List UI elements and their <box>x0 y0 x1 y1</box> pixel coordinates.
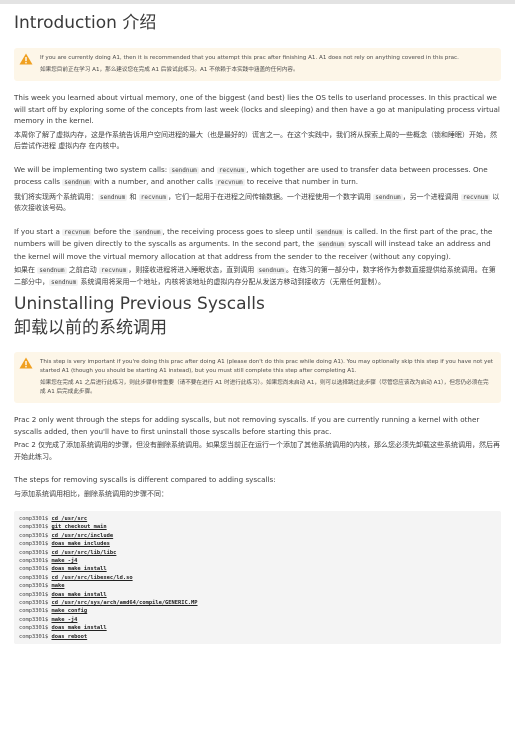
code-line: comp3301$ make <box>19 582 495 590</box>
code-line: comp3301$ doas make install <box>19 624 495 632</box>
document-page: Introduction 介绍 If you are currently doi… <box>0 4 515 645</box>
shell-prompt: comp3301$ <box>19 558 49 565</box>
code-line: comp3301$ cd /usr/src/include <box>19 532 495 540</box>
inline-code: recvnum <box>216 166 247 174</box>
inline-code: sendnum <box>62 179 92 186</box>
shell-command: git checkout main <box>51 524 107 531</box>
code-line: comp3301$ doas make install <box>19 565 495 573</box>
shell-command: cd /usr/src/sys/arch/amd64/compile/GENER… <box>51 600 198 607</box>
intro-warning-text-zh: 如果您目前正在学习 A1，那么建议您在完成 A1 后尝试此练习。A1 不依赖于本… <box>40 67 299 73</box>
shell-command: doas make includes <box>51 541 110 548</box>
inline-code: sendnum <box>49 278 79 286</box>
inline-code: recvnum <box>62 228 92 236</box>
uninstall-heading-en: Uninstalling Previous Syscalls <box>14 294 265 314</box>
uninstall-warning-text-zh: 如果您在完成 A1 之后进行此练习，则此步骤非常重要（请不要在进行 A1 时进行… <box>40 380 489 395</box>
uninstall-warning-text-en: This step is very important if you're do… <box>40 359 493 374</box>
shell-prompt: comp3301$ <box>19 633 49 640</box>
shell-prompt: comp3301$ <box>19 541 49 548</box>
shell-command: doas reboot <box>51 633 88 640</box>
intro-warning-text-en: If you are currently doing A1, then it i… <box>40 55 459 61</box>
shell-prompt: comp3301$ <box>19 625 49 632</box>
shell-prompt: comp3301$ <box>19 574 49 581</box>
shell-command: make config <box>51 608 88 615</box>
shell-prompt: comp3301$ <box>19 524 49 531</box>
shell-prompt: comp3301$ <box>19 566 49 573</box>
uninstall-warning-callout: This step is very important if you're do… <box>14 352 501 403</box>
inline-code: sendnum <box>37 267 67 274</box>
inline-code: recvnum <box>138 193 169 201</box>
intro-warning-callout: If you are currently doing A1, then it i… <box>14 48 501 81</box>
inline-code: recvnum <box>215 179 245 186</box>
shell-prompt: comp3301$ <box>19 600 49 607</box>
inline-code: sendnum <box>316 241 346 248</box>
warning-icon <box>19 53 33 65</box>
code-line: comp3301$ make config <box>19 607 495 615</box>
shell-prompt: comp3301$ <box>19 591 49 598</box>
uninstall-paragraph-1-zh: Prac 2 仅完成了添加系统调用的步骤，但没有删除系统调用。如果您当前正在运行… <box>14 441 501 461</box>
shell-command: cd /usr/src/libexec/ld.so <box>51 574 133 581</box>
introduction-heading: Introduction 介绍 <box>14 13 157 33</box>
inline-code: sendnum <box>256 267 286 274</box>
code-line: comp3301$ make -j4 <box>19 557 495 565</box>
inline-code: sendnum <box>314 228 345 236</box>
shell-prompt: comp3301$ <box>19 532 49 539</box>
uninstall-paragraph-2-en: The steps for removing syscalls is diffe… <box>14 475 276 484</box>
shell-command: cd /usr/src/lib/libc <box>51 549 117 556</box>
uninstall-heading-zh: 卸载以前的系统调用 <box>14 318 167 338</box>
inline-code: sendnum <box>373 193 403 201</box>
uninstall-paragraph-2-zh: 与添加系统调用相比，删除系统调用的步骤不同： <box>14 489 168 498</box>
code-line: comp3301$ cd /usr/src/libexec/ld.so <box>19 574 495 582</box>
shell-command: make -j4 <box>51 616 78 623</box>
shell-command: make -j4 <box>51 558 78 565</box>
inline-code: recvnum <box>460 193 491 201</box>
shell-command: make <box>51 583 65 590</box>
inline-code: sendnum <box>133 228 163 236</box>
shell-prompt: comp3301$ <box>19 608 49 615</box>
shell-command: doas make install <box>51 625 107 632</box>
code-line: comp3301$ doas reboot <box>19 633 495 641</box>
shell-prompt: comp3301$ <box>19 516 49 522</box>
inline-code: recvnum <box>98 267 129 274</box>
shell-prompt: comp3301$ <box>19 616 49 623</box>
code-line: comp3301$ doas make includes <box>19 540 495 548</box>
code-line: comp3301$ doas make install <box>19 591 495 599</box>
code-line: comp3301$ git checkout main <box>19 523 495 531</box>
intro-paragraph-3-zh: 如果在 sendnum 之前启动 recvnum ，则接收进程将进入睡眠状态，直到… <box>14 266 496 286</box>
intro-paragraph-1-en: This week you learned about virtual memo… <box>14 93 500 125</box>
shell-command: cd /usr/src <box>51 516 88 522</box>
code-line: comp3301$ make -j4 <box>19 616 495 624</box>
intro-paragraph-2-zh: 我们将实现两个系统调用： sendnum 和 recvnum ，它们一起用于在进程之… <box>14 192 500 213</box>
intro-paragraph-2-en: We will be implementing two system calls… <box>14 164 488 186</box>
code-block[interactable]: comp3301$ cd /usr/src comp3301$ git chec… <box>14 511 501 645</box>
shell-prompt: comp3301$ <box>19 549 49 556</box>
intro-paragraph-3-en: If you start a recvnum before the sendnu… <box>14 226 493 261</box>
code-line: comp3301$ cd /usr/src/lib/libc <box>19 549 495 557</box>
shell-command: doas make install <box>51 566 107 573</box>
shell-command: cd /usr/src/include <box>51 532 114 539</box>
intro-paragraph-1-zh: 本周你了解了虚拟内存，这是作系统告诉用户空间进程的最大（也是最好的）谎言之一。在… <box>14 130 497 151</box>
inline-code: sendnum <box>169 166 199 174</box>
shell-command: doas make install <box>51 591 107 598</box>
warning-icon <box>19 357 33 369</box>
code-line: comp3301$ cd /usr/src/sys/arch/amd64/com… <box>19 599 495 607</box>
code-line: comp3301$ cd /usr/src <box>19 515 495 523</box>
uninstall-paragraph-1-en: Prac 2 only went through the steps for a… <box>14 415 480 436</box>
inline-code: sendnum <box>98 193 128 201</box>
shell-prompt: comp3301$ <box>19 583 49 590</box>
